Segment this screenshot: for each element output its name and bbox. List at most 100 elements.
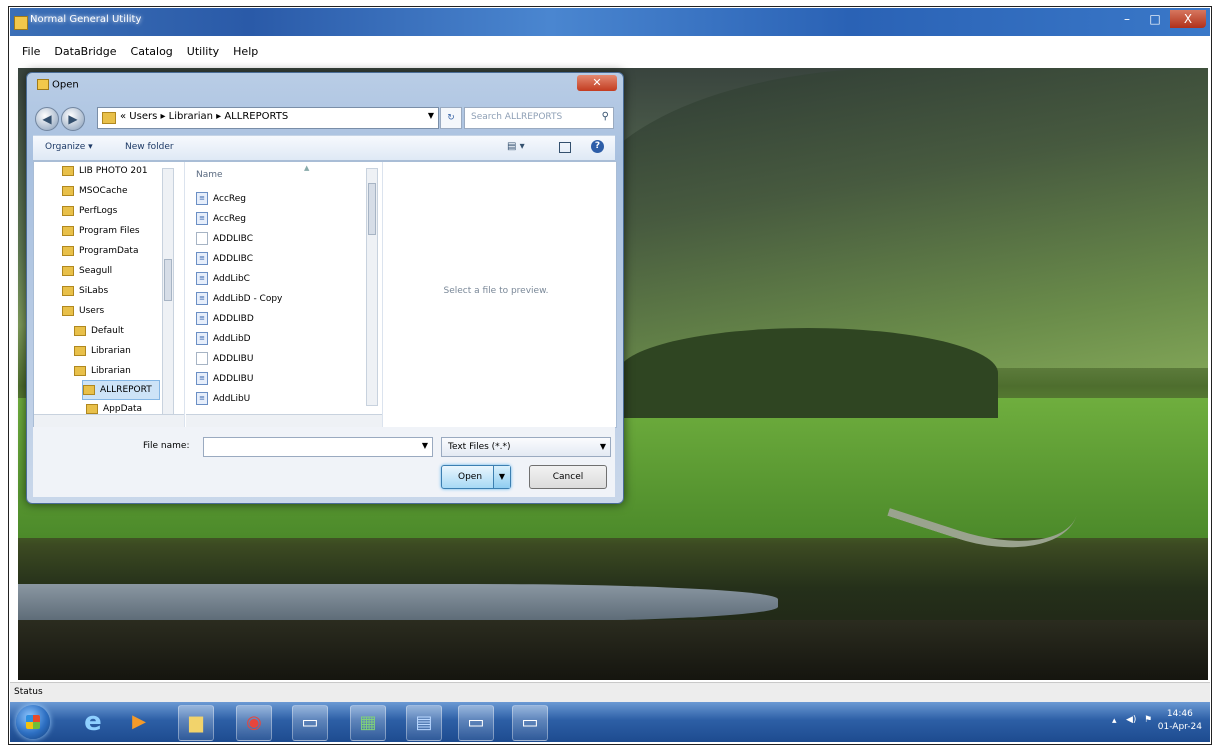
nav-item[interactable]: Librarian <box>74 362 131 380</box>
notepad-icon[interactable]: ▤ <box>406 705 442 741</box>
minimize-button[interactable]: – <box>1114 10 1140 28</box>
dialog-folder-icon <box>37 79 49 90</box>
nav-item[interactable]: LIB PHOTO 201 <box>62 162 148 180</box>
menu-help[interactable]: Help <box>233 45 258 58</box>
open-file-dialog: Open ✕ ◀ ▶ « Users ▸ Librarian ▸ ALLREPO… <box>26 72 624 504</box>
nav-item-selected[interactable]: ALLREPORT <box>82 380 160 400</box>
media-player-icon[interactable]: ▶ <box>122 705 156 739</box>
close-button[interactable]: X <box>1170 10 1206 28</box>
system-tray: ▴ ◀) ⚑ 14:46 01-Apr-24 <box>1104 706 1204 738</box>
cancel-button[interactable]: Cancel <box>529 465 607 489</box>
search-icon: ⚲ <box>601 111 609 122</box>
preview-pane-icon[interactable] <box>559 142 571 153</box>
file-item[interactable]: ADDLIBC <box>196 230 253 248</box>
document-icon: ≡ <box>196 332 208 345</box>
file-item[interactable]: ≡ ADDLIBC <box>196 250 253 268</box>
file-item[interactable]: ≡ AddLibD <box>196 330 251 348</box>
menu-file[interactable]: File <box>22 45 40 58</box>
file-item[interactable]: ≡ ADDLIBD <box>196 310 254 328</box>
file-item[interactable]: ≡ AddLibC <box>196 270 250 288</box>
help-icon[interactable]: ? <box>591 140 604 153</box>
document-icon: ≡ <box>196 392 208 405</box>
speaker-icon[interactable]: ◀) <box>1126 715 1136 725</box>
file-item[interactable]: ≡ AccReg <box>196 190 246 208</box>
change-view-icon[interactable]: ▤ ▾ <box>507 141 525 152</box>
file-explorer-icon[interactable]: ▆ <box>178 705 214 741</box>
dialog-close-button[interactable]: ✕ <box>577 75 617 91</box>
folder-icon <box>62 225 74 236</box>
menu-databridge[interactable]: DataBridge <box>54 45 116 58</box>
file-list-horizontal-scrollbar[interactable] <box>186 414 382 427</box>
chevron-down-icon[interactable]: ▼ <box>428 111 434 120</box>
forward-arrow-icon[interactable]: ▶ <box>61 107 85 131</box>
nav-item[interactable]: Users <box>62 302 104 320</box>
folder-icon <box>102 112 116 124</box>
chevron-down-icon[interactable]: ▼ <box>422 441 428 450</box>
nav-item[interactable]: Seagull <box>62 262 112 280</box>
folder-icon <box>62 285 74 296</box>
maximize-button[interactable]: □ <box>1142 10 1168 28</box>
start-button[interactable] <box>16 705 50 739</box>
open-button[interactable]: Open ▼ <box>441 465 511 489</box>
internet-explorer-icon[interactable]: e <box>76 705 110 739</box>
nav-item[interactable]: SiLabs <box>62 282 108 300</box>
clock[interactable]: 14:46 01-Apr-24 <box>1158 708 1202 734</box>
status-text: Status <box>14 687 43 697</box>
file-item[interactable]: ≡ ADDLIBU <box>196 370 253 388</box>
windows-logo-icon <box>26 715 40 729</box>
open-dropdown-icon[interactable]: ▼ <box>493 466 510 488</box>
nav-horizontal-scrollbar[interactable] <box>34 414 184 427</box>
name-column-header[interactable]: Name <box>196 170 223 180</box>
show-hidden-icons-arrow-icon[interactable]: ▴ <box>1112 716 1117 726</box>
file-item[interactable]: ≡ AddLibU <box>196 390 250 408</box>
menu-catalog[interactable]: Catalog <box>131 45 173 58</box>
file-name-input[interactable]: ▼ <box>203 437 433 457</box>
address-bar[interactable]: « Users ▸ Librarian ▸ ALLREPORTS ▼ <box>97 107 439 129</box>
scroll-thumb[interactable] <box>368 183 376 235</box>
nav-item[interactable]: Default <box>74 322 124 340</box>
nav-scrollbar[interactable] <box>162 168 174 418</box>
nav-item[interactable]: MSOCache <box>62 182 128 200</box>
nav-item[interactable]: Program Files <box>62 222 140 240</box>
dialog-title: Open <box>37 79 79 91</box>
file-item[interactable]: ≡ AddLibD - Copy <box>196 290 282 308</box>
nav-item[interactable]: PerfLogs <box>62 202 117 220</box>
nav-item[interactable]: Librarian <box>74 342 131 360</box>
chevron-down-icon[interactable]: ▼ <box>600 438 606 456</box>
taskbar: e ▶ ▆ ◉ ▭ ▦ ▤ ▭ ▭ ▴ ◀) ⚑ 14:46 01-Apr-24 <box>10 702 1210 742</box>
window-controls: – □ X <box>1114 10 1206 28</box>
window-app-icon[interactable]: ▭ <box>292 705 328 741</box>
preview-message: Select a file to preview. <box>443 286 549 296</box>
excel-icon[interactable]: ▦ <box>350 705 386 741</box>
folder-icon <box>62 265 74 276</box>
file-item[interactable]: ≡ AccReg <box>196 210 246 228</box>
blank-file-icon <box>196 232 208 245</box>
window-app-icon[interactable]: ▭ <box>512 705 548 741</box>
organize-button[interactable]: Organize ▾ <box>45 142 93 152</box>
status-bar: Status <box>10 682 1210 703</box>
action-center-flag-icon[interactable]: ⚑ <box>1144 715 1152 725</box>
folder-icon <box>74 365 86 376</box>
folder-icon <box>62 165 74 176</box>
document-icon: ≡ <box>196 292 208 305</box>
menu-utility[interactable]: Utility <box>187 45 219 58</box>
window-app-icon[interactable]: ▭ <box>458 705 494 741</box>
file-item[interactable]: ADDLIBU <box>196 350 253 368</box>
back-arrow-icon[interactable]: ◀ <box>35 107 59 131</box>
navigation-pane: LIB PHOTO 201 MSOCache PerfLogs Program … <box>34 162 185 427</box>
file-list-scrollbar[interactable] <box>366 168 378 406</box>
refresh-icon[interactable]: ↻ <box>440 107 462 129</box>
file-type-select[interactable]: Text Files (*.*) ▼ <box>441 437 611 457</box>
new-folder-button[interactable]: New folder <box>125 142 174 152</box>
chrome-icon[interactable]: ◉ <box>236 705 272 741</box>
app-titlebar[interactable]: Normal General Utility – □ X <box>10 8 1210 36</box>
folder-icon <box>86 403 98 414</box>
app-title: Normal General Utility <box>30 14 142 25</box>
command-bar: Organize ▾ New folder ▤ ▾ ? <box>33 135 615 161</box>
nav-item[interactable]: ProgramData <box>62 242 138 260</box>
scroll-thumb[interactable] <box>164 259 172 301</box>
folder-icon <box>62 305 74 316</box>
search-input[interactable]: Search ALLREPORTS ⚲ <box>464 107 614 129</box>
folder-icon <box>74 325 86 336</box>
file-list: ▲ Name ≡ AccReg ≡ AccReg ADDLIBC ≡ ADDLIBC … <box>186 162 383 427</box>
